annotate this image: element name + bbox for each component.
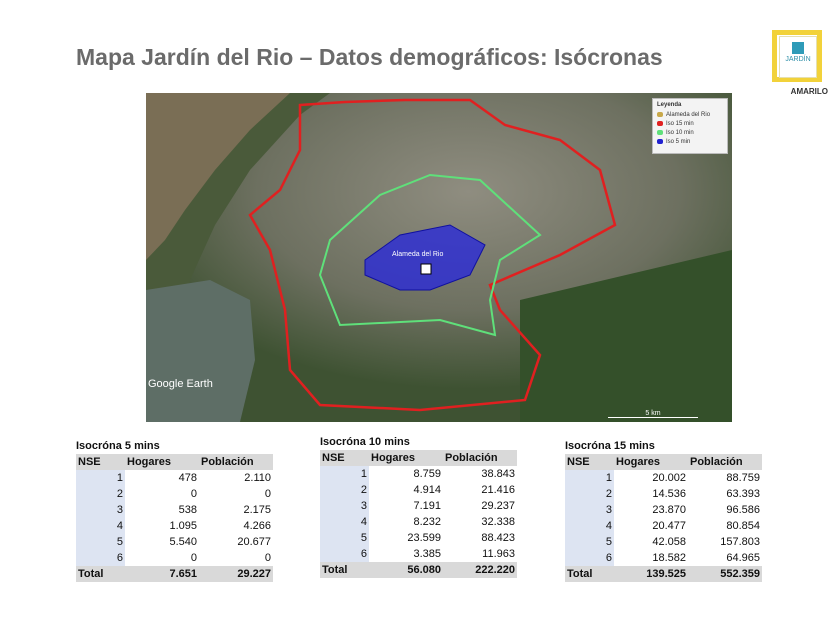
table-row: 4 20.477 80.854 (565, 518, 762, 534)
table-row: 6 3.385 11.963 (320, 546, 517, 562)
legend-item: Iso 5 min (657, 137, 723, 146)
table-row: 200 (76, 486, 273, 502)
table-isocrona-15: Isocróna 15 mins NSE Hogares Población 1 20.… (565, 440, 762, 582)
column-header: NSE (565, 454, 614, 470)
table-total-row: Total 139.525 552.359 (565, 566, 762, 582)
place-label: Alameda del Rio (392, 251, 443, 258)
table-row: 1 20.002 88.759 (565, 470, 762, 486)
table-row: 2 4.914 21.416 (320, 482, 517, 498)
column-header: Hogares (125, 454, 199, 470)
table-header: NSE Hogares Población (76, 454, 273, 470)
column-header: NSE (320, 450, 369, 466)
table-row: 6 18.582 64.965 (565, 550, 762, 566)
table-row: 1 8.759 38.843 (320, 466, 517, 482)
column-header: Población (688, 454, 762, 470)
table-total-row: Total 7.651 29.227 (76, 566, 273, 582)
legend-item: Iso 10 min (657, 128, 723, 137)
table-row: 5 42.058 157.803 (565, 534, 762, 550)
map-scale: 5 km (608, 410, 698, 418)
column-header: Población (199, 454, 273, 470)
table-row: 5 5.540 20.677 (76, 534, 273, 550)
legend-item: Iso 15 min (657, 119, 723, 128)
table-row: 600 (76, 550, 273, 566)
page-title: Mapa Jardín del Rio – Datos demográficos… (76, 44, 663, 70)
table-row: 4 8.232 32.338 (320, 514, 517, 530)
table-row: 3 7.191 29.237 (320, 498, 517, 514)
logo-mark-icon (792, 42, 804, 54)
table-row: 4 1.095 4.266 (76, 518, 273, 534)
column-header: Población (443, 450, 517, 466)
column-header: Hogares (614, 454, 688, 470)
table-row: 3 23.870 96.586 (565, 502, 762, 518)
table-row: 2 14.536 63.393 (565, 486, 762, 502)
table-total-row: Total 56.080 222.220 (320, 562, 517, 578)
table-row: 1 478 2.110 (76, 470, 273, 486)
table-row: 5 23.599 88.423 (320, 530, 517, 546)
table-header: NSE Hogares Población (320, 450, 517, 466)
isochrone-map[interactable]: Alameda del Rio (146, 93, 732, 422)
column-header: Hogares (369, 450, 443, 466)
table-isocrona-5: Isocróna 5 mins NSE Hogares Población 1 478 2… (76, 440, 273, 582)
legend-item: Alameda del Rio (657, 110, 723, 119)
amarilo-logo: JARDÍN AMARILO (768, 28, 830, 96)
table-isocrona-10: Isocróna 10 mins NSE Hogares Población 1 8.7… (320, 436, 517, 578)
table-header: NSE Hogares Población (565, 454, 762, 470)
column-header: NSE (76, 454, 125, 470)
google-earth-watermark: Google Earth (148, 378, 213, 390)
map-legend: Leyenda Alameda del Rio Iso 15 min Iso 1… (652, 98, 728, 154)
table-row: 3 538 2.175 (76, 502, 273, 518)
alameda-marker-icon[interactable] (420, 263, 432, 275)
